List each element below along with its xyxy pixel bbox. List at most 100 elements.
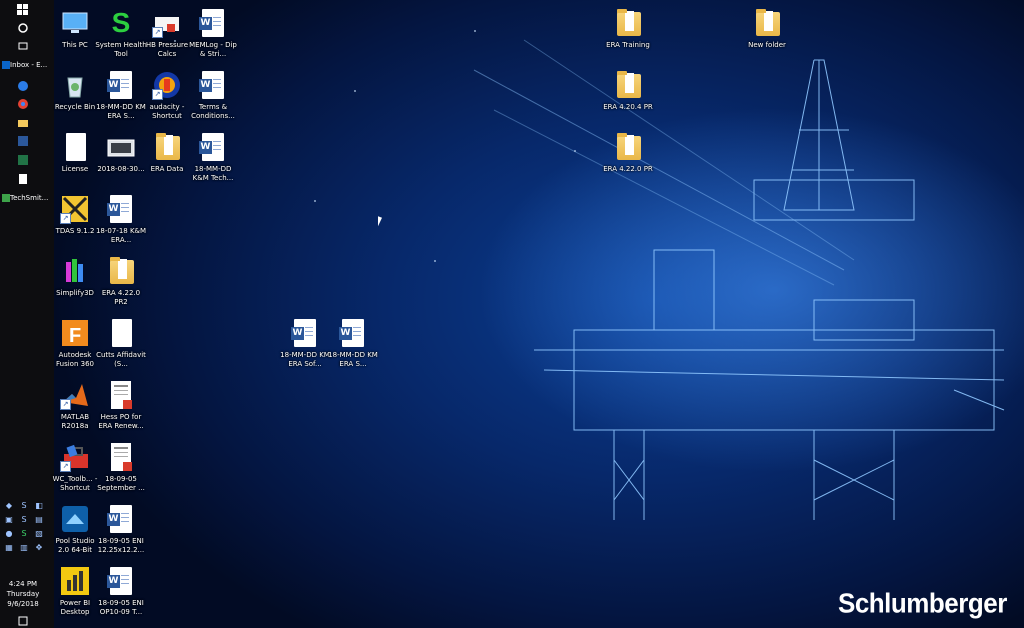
desktop-icon[interactable]: ↗ TDAS 9.1.2 [52,194,98,236]
clock-day[interactable]: Thursday [0,590,46,598]
folder-icon [617,9,641,36]
task-view-icon[interactable] [17,40,29,52]
desktop-icon[interactable]: Simplify3D [52,256,98,298]
desktop-icon[interactable]: Power BI Desktop [52,566,98,616]
desktop-icon[interactable]: 18-09-05 September ... [97,442,145,492]
desktop-icon-image: ↗ [152,70,182,100]
techsmith-icon [2,194,10,202]
desktop-icon-image: W [106,194,136,224]
desktop-icon[interactable]: Cutts Affidavit (S... [96,318,146,368]
desktop-icon[interactable]: W Terms & Conditions... [190,70,236,120]
desktop-icon[interactable]: ↗ HB Pressure Calcs [144,8,190,58]
tray-icon[interactable]: ◧ [34,500,44,510]
desktop-icon-label: 18-MM-DD KM ERA S... [96,103,146,120]
desktop-icon-label: WC_Toolb... - Shortcut [52,475,98,492]
tray-icon[interactable]: ▧ [34,528,44,538]
tray-icon[interactable]: ✥ [34,542,44,552]
desktop-icon-image: ↗ [60,380,90,410]
document-icon[interactable] [17,173,29,185]
desktop-icon[interactable]: ERA 4.22.0 PR2 [98,256,144,306]
word-document-icon: W [107,567,132,595]
fusion360-icon: F [62,320,88,347]
tray-icon[interactable]: ▦ [4,542,14,552]
word-document-icon: W [107,71,132,99]
desktop-icon[interactable]: W MEMLog - Dip & Stri... [189,8,237,58]
desktop-icon[interactable]: License [52,132,98,174]
tray-icon[interactable]: ▣ [4,514,14,524]
shortcut-arrow-icon: ↗ [152,89,163,100]
desktop-icon[interactable]: W 18-MM-DD KM ERA Sof... [280,318,330,368]
desktop-icon-image: ↗ [152,8,182,38]
clock-time[interactable]: 4:24 PM [0,580,46,588]
desktop-icon[interactable]: ERA 4.22.0 PR [603,132,653,174]
word-document-icon: W [107,195,132,223]
desktop-icon-label: MEMLog - Dip & Stri... [189,41,237,58]
desktop-icon[interactable]: 2018-08-30... [97,132,145,174]
desktop-icon-label: ERA 4.22.0 PR [603,165,653,173]
desktop-icon-label: ERA 4.22.0 PR2 [101,289,141,306]
desktop-icon-image: W [106,504,136,534]
desktop-icon[interactable]: F Autodesk Fusion 360 [52,318,98,368]
search-icon[interactable] [17,22,29,34]
desktop-icon-label: Autodesk Fusion 360 [56,351,94,368]
desktop-icon[interactable]: Recycle Bin [52,70,98,112]
desktop-icon[interactable]: Pool Studio 2.0 64-Bit [52,504,98,554]
desktop-icon[interactable]: W 18-09-05 ENI 12.25x12.2... [98,504,144,554]
desktop-icon[interactable]: New folder [744,8,790,50]
file-explorer-icon[interactable] [17,117,29,129]
word-document-icon: W [199,71,224,99]
desktop-icon[interactable]: ↗ WC_Toolb... - Shortcut [52,442,98,492]
desktop-icon-label: 18-MM-DD K&M Tech... [192,165,234,182]
desktop-icon[interactable]: This PC [52,8,98,50]
desktop-icon-image: W [290,318,320,348]
desktop-icon-image [60,256,90,286]
desktop-icon-label: Cutts Affidavit (S... [96,351,146,368]
tray-icon[interactable]: ◆ [4,500,14,510]
techsmith-taskbar-button[interactable]: TechSmit... [0,192,54,204]
desktop-icon-label: ERA Training [606,41,650,49]
desktop-icon-label: Terms & Conditions... [191,103,235,120]
tray-icon[interactable]: S [19,514,29,524]
edge-icon[interactable] [17,80,29,92]
word-document-icon: W [199,133,224,161]
desktop-icon-label: System Health Tool [95,41,147,58]
outlook-taskbar-button[interactable]: Inbox - E... [0,59,54,71]
desktop-icon[interactable]: W 18-07-18 K&M ERA... [96,194,146,244]
desktop-icon[interactable]: ↗ audacity - Shortcut [144,70,190,120]
shortcut-arrow-icon: ↗ [152,27,163,38]
tray-icon[interactable]: ▤ [34,514,44,524]
tray-icon[interactable]: ● [4,528,14,538]
desktop-icon[interactable]: W 18-MM-DD KM ERA S... [96,70,146,120]
tray-icon[interactable]: S [19,500,29,510]
desktop-icon[interactable]: W 18-MM-DD KM ERA S... [328,318,378,368]
windows-logo-icon[interactable] [17,4,29,16]
desktop-icon-image [613,8,643,38]
desktop-icon[interactable]: Hess PO for ERA Renew... [98,380,144,430]
tray-icon[interactable]: S [19,528,29,538]
desktop-icon[interactable]: S System Health Tool [95,8,147,58]
video-file-icon [107,139,135,157]
desktop-icon[interactable]: W 18-09-05 ENI OP10-09 T... [98,566,144,616]
desktop-icon[interactable]: W 18-MM-DD K&M Tech... [190,132,236,182]
desktop-icon[interactable]: ERA Data [144,132,190,174]
word-icon[interactable] [17,135,29,147]
desktop-icon-image: W [198,132,228,162]
shortcut-arrow-icon: ↗ [60,213,71,224]
desktop-icon-label: New folder [748,41,786,49]
document-icon [112,319,132,347]
desktop-icon-label: Recycle Bin [54,103,96,111]
desktop-icon[interactable]: ↗ MATLAB R2018a [52,380,98,430]
desktop-icon-image: ↗ [60,442,90,472]
computer-icon [62,12,88,33]
excel-icon[interactable] [17,154,29,166]
desktop-icon[interactable]: ERA Training [605,8,651,50]
chrome-icon[interactable] [17,98,29,110]
desktop-icon-image [106,132,136,162]
tray-icon[interactable]: ▥ [19,542,29,552]
clock-date[interactable]: 9/6/2018 [0,600,46,608]
desktop-icon-image: W [198,8,228,38]
desktop-icon[interactable]: ERA 4.20.4 PR [603,70,653,112]
desktop-icon-label: License [61,165,89,173]
desktop-icon-image [752,8,782,38]
notification-icon[interactable] [17,616,29,626]
